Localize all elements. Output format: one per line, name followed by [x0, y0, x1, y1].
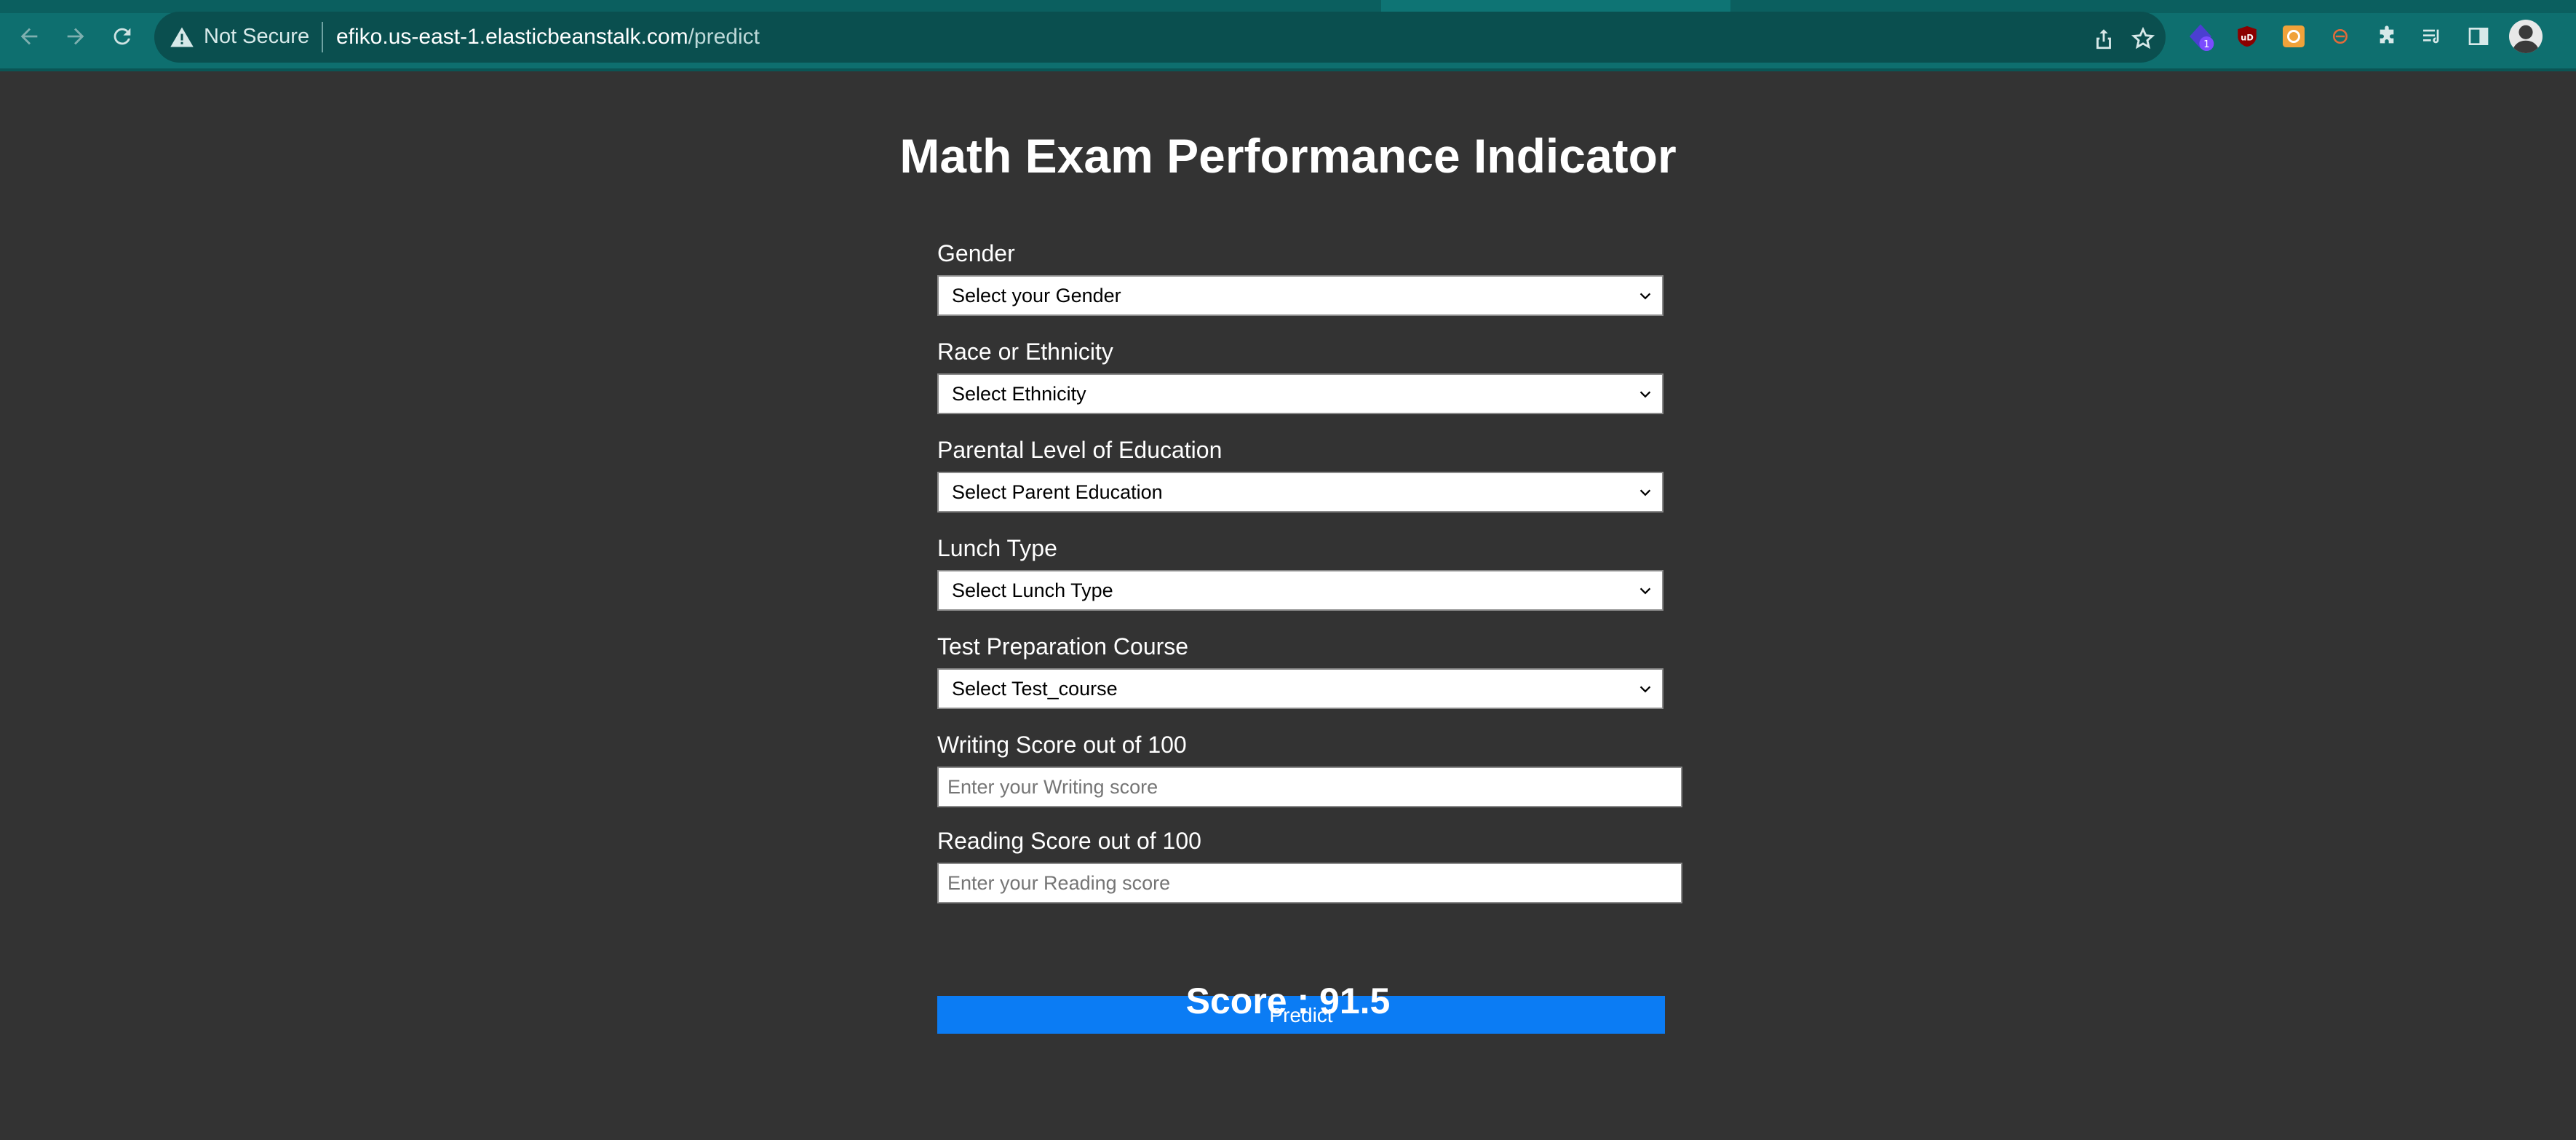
- parent-education-label: Parental Level of Education: [937, 437, 1223, 463]
- glasses-extension-icon[interactable]: [2326, 22, 2355, 51]
- reading-score-label: Reading Score out of 100: [937, 828, 1201, 854]
- chevron-down-icon: [1639, 391, 1651, 398]
- test-prep-field: Test Preparation Course Select Test_cour…: [937, 632, 1663, 709]
- gender-select-value: Select your Gender: [952, 285, 1121, 306]
- ethnicity-select-value: Select Ethnicity: [952, 383, 1086, 405]
- chevron-down-icon: [1639, 293, 1651, 300]
- url-text[interactable]: efiko.us-east-1.elasticbeanstalk.com/pre…: [336, 25, 760, 50]
- back-button[interactable]: [10, 17, 48, 55]
- gender-field: Gender Select your Gender: [937, 239, 1663, 316]
- address-bar[interactable]: Not Secure efiko.us-east-1.elasticbeanst…: [154, 12, 2166, 63]
- ethnicity-label: Race or Ethnicity: [937, 339, 1113, 365]
- reload-icon: [114, 28, 131, 45]
- url-host: efiko.us-east-1.elasticbeanstalk.com: [336, 25, 688, 49]
- url-path: /predict: [688, 25, 760, 49]
- lunch-type-select[interactable]: Select Lunch Type: [937, 570, 1663, 611]
- extension-badge: 1: [2203, 39, 2209, 50]
- writing-score-field: Writing Score out of 100: [937, 730, 1682, 807]
- chevron-down-icon: [1639, 686, 1651, 693]
- page-title: Math Exam Performance Indicator: [899, 129, 1677, 183]
- security-label[interactable]: Not Secure: [204, 25, 309, 49]
- parent-education-field: Parental Level of Education Select Paren…: [937, 435, 1663, 512]
- lunch-type-field: Lunch Type Select Lunch Type: [937, 534, 1663, 611]
- ublock-icon[interactable]: uD: [2233, 22, 2262, 51]
- reload-button[interactable]: [103, 17, 141, 55]
- warning-icon[interactable]: [169, 24, 195, 50]
- side-panel-icon[interactable]: [2464, 22, 2493, 51]
- chevron-down-icon: [1639, 587, 1651, 595]
- score-result: Score : 91.5: [1185, 981, 1391, 1021]
- gender-label: Gender: [937, 240, 1015, 266]
- bookmark-star-icon[interactable]: [2131, 26, 2155, 51]
- test-prep-label: Test Preparation Course: [937, 633, 1189, 660]
- svg-text:uD: uD: [2241, 33, 2253, 43]
- profile-avatar[interactable]: [2509, 20, 2543, 53]
- lunch-type-label: Lunch Type: [937, 535, 1057, 561]
- reading-score-field: Reading Score out of 100: [937, 826, 1682, 903]
- arrow-right-icon: [67, 28, 84, 45]
- browser-toolbar: Not Secure efiko.us-east-1.elasticbeanst…: [0, 0, 2576, 71]
- writing-score-label: Writing Score out of 100: [937, 732, 1187, 758]
- chevron-down-icon: [1639, 489, 1651, 496]
- gender-select[interactable]: Select your Gender: [937, 275, 1663, 316]
- test-prep-select[interactable]: Select Test_course: [937, 668, 1663, 709]
- page-content: Math Exam Performance Indicator Gender S…: [0, 71, 2576, 1140]
- reading-list-icon[interactable]: [2417, 22, 2446, 51]
- writing-score-input[interactable]: [937, 767, 1682, 807]
- test-prep-select-value: Select Test_course: [952, 678, 1118, 700]
- share-icon[interactable]: [2091, 26, 2116, 51]
- ethnicity-field: Race or Ethnicity Select Ethnicity: [937, 337, 1663, 414]
- forward-button[interactable]: [57, 17, 95, 55]
- arrow-left-icon: [20, 28, 38, 45]
- reading-score-input[interactable]: [937, 863, 1682, 903]
- omnibox-separator: [322, 22, 323, 52]
- parent-education-select[interactable]: Select Parent Education: [937, 472, 1663, 512]
- extension-purple-icon[interactable]: 1: [2186, 22, 2215, 51]
- parent-education-select-value: Select Parent Education: [952, 481, 1163, 503]
- puzzle-icon[interactable]: [2372, 22, 2401, 51]
- ethnicity-select[interactable]: Select Ethnicity: [937, 373, 1663, 414]
- lunch-type-select-value: Select Lunch Type: [952, 579, 1113, 601]
- orange-extension-icon[interactable]: [2279, 22, 2308, 51]
